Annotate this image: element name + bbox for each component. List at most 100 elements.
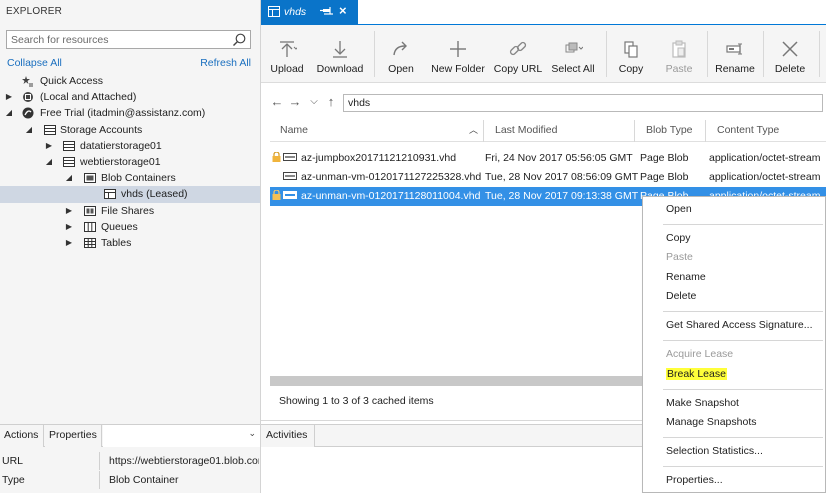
properties-dropdown[interactable]: ⌄: [103, 425, 260, 447]
tree-item-label: (Local and Attached): [40, 91, 137, 104]
menu-item-open[interactable]: Open: [643, 200, 825, 219]
table-row[interactable]: az-jumpbox20171121210931.vhd Fri, 24 Nov…: [270, 149, 826, 168]
delete-button[interactable]: Delete: [769, 25, 811, 83]
expand-arrow-icon[interactable]: ▶: [64, 235, 74, 251]
collapse-arrow-icon[interactable]: ◢: [24, 122, 34, 138]
menu-item-manage-snapshots[interactable]: Manage Snapshots: [643, 413, 825, 432]
blob-containers-icon: [84, 173, 96, 184]
tree-item-queues[interactable]: ▶ Queues: [0, 219, 260, 235]
menu-item-rename[interactable]: Rename: [643, 268, 825, 287]
open-label: Open: [388, 63, 414, 75]
cell-last-modified: Tue, 28 Nov 2017 08:56:09 GMT: [485, 171, 639, 183]
tab-activities[interactable]: Activities: [261, 425, 315, 447]
grid-header: Name ︿ Last Modified Blob Type Content T…: [270, 120, 826, 142]
column-header-label: Blob Type: [646, 124, 693, 136]
menu-item-make-snapshot[interactable]: Make Snapshot: [643, 394, 825, 413]
copy-url-button[interactable]: Copy URL: [493, 25, 543, 83]
menu-item-get-sas[interactable]: Get Shared Access Signature...: [643, 316, 825, 335]
table-row[interactable]: az-unman-vm-0120171127225328.vhd Tue, 28…: [270, 168, 826, 187]
menu-item-paste[interactable]: Paste: [643, 248, 825, 267]
expand-arrow-icon[interactable]: ▶: [44, 138, 54, 154]
upload-button[interactable]: Upload: [265, 25, 309, 83]
paste-button[interactable]: Paste: [659, 25, 699, 83]
cell-blob-type: Page Blob: [640, 152, 689, 164]
menu-item-delete[interactable]: Delete: [643, 287, 825, 306]
open-button[interactable]: Open: [381, 25, 421, 83]
tree-item-webtierstorage01[interactable]: ◢ webtierstorage01: [0, 154, 260, 170]
cell-name: az-unman-vm-0120171127225328.vhd: [272, 168, 484, 187]
tree-item-file-shares[interactable]: ▶ File Shares: [0, 203, 260, 219]
path-input[interactable]: vhds: [343, 94, 823, 112]
download-button[interactable]: Download: [313, 25, 367, 83]
chevron-down-icon[interactable]: ⌵: [307, 94, 321, 110]
tree-item-label: Storage Accounts: [60, 123, 143, 136]
collapse-all-link[interactable]: Collapse All: [7, 57, 62, 69]
close-icon[interactable]: ×: [339, 3, 347, 18]
column-header-name[interactable]: Name ︿: [270, 120, 484, 142]
tables-icon: [84, 237, 96, 248]
search-icon[interactable]: [231, 32, 247, 48]
menu-separator: [663, 466, 823, 467]
menu-item-selection-statistics[interactable]: Selection Statistics...: [643, 442, 825, 461]
tab-properties[interactable]: Properties: [45, 425, 102, 447]
column-header-content-type[interactable]: Content Type: [707, 120, 826, 142]
search-box[interactable]: [6, 30, 251, 49]
select-all-button[interactable]: Select All: [549, 25, 597, 83]
menu-item-acquire-lease[interactable]: Acquire Lease: [643, 345, 825, 364]
column-header-last-modified[interactable]: Last Modified: [485, 120, 635, 142]
tree-item-storage-accounts[interactable]: ◢ Storage Accounts: [0, 122, 260, 138]
tab-vhds[interactable]: vhds ×: [261, 0, 358, 25]
expand-arrow-icon[interactable]: ▶: [4, 89, 14, 105]
horizontal-scrollbar[interactable]: [270, 376, 642, 386]
toolbar-divider: [606, 31, 607, 77]
tree-item-label: Quick Access: [40, 75, 104, 87]
context-menu: Open Copy Paste Rename Delete Get Shared…: [642, 196, 826, 493]
toolbar-divider: [763, 31, 764, 77]
menu-item-break-lease[interactable]: Break Lease: [643, 365, 825, 384]
menu-item-copy[interactable]: Copy: [643, 229, 825, 248]
property-key: URL: [2, 455, 24, 467]
collapse-arrow-icon[interactable]: ◢: [44, 154, 54, 170]
tree-item-datatierstorage01[interactable]: ▶ datatierstorage01: [0, 138, 260, 154]
queues-icon: [84, 221, 96, 232]
forward-arrow-icon[interactable]: →: [288, 94, 302, 110]
expand-arrow-icon[interactable]: ▶: [64, 219, 74, 235]
property-divider: [99, 452, 100, 470]
rename-button[interactable]: Rename: [714, 25, 756, 83]
sort-up-icon[interactable]: ︿: [469, 120, 478, 141]
cell-name: az-jumpbox20171121210931.vhd: [272, 149, 484, 168]
tree-item-subscription[interactable]: ◢ Free Trial (itadmin@assistanz.com): [0, 105, 260, 121]
toolbar-divider: [819, 31, 820, 77]
toolbar: Upload Download Open New Folder Copy URL…: [261, 25, 826, 83]
tree-item-label: Queues: [101, 220, 138, 233]
up-arrow-icon[interactable]: ↑: [324, 94, 338, 110]
tree-item-vhds[interactable]: vhds (Leased): [0, 186, 260, 203]
menu-separator: [663, 437, 823, 438]
column-header-blob-type[interactable]: Blob Type: [636, 120, 706, 142]
collapse-arrow-icon[interactable]: ◢: [4, 105, 14, 121]
cell-content-type: application/octet-stream: [709, 152, 821, 164]
chevron-down-icon[interactable]: ⌄: [248, 428, 256, 439]
tree-item-tables[interactable]: ▶ Tables: [0, 235, 260, 251]
collapse-arrow-icon[interactable]: ◢: [64, 170, 74, 186]
new-folder-button[interactable]: New Folder: [429, 25, 487, 83]
address-bar: ← → ⌵ ↑ vhds: [261, 92, 826, 114]
copy-button[interactable]: Copy: [613, 25, 649, 83]
lock-icon: [272, 190, 281, 200]
tree-item-quick-access[interactable]: Quick Access: [0, 73, 260, 89]
tab-label: vhds: [284, 6, 307, 18]
tab-actions[interactable]: Actions: [0, 425, 44, 447]
expand-arrow-icon[interactable]: ▶: [64, 203, 74, 219]
property-divider: [99, 471, 100, 489]
search-input[interactable]: [7, 31, 227, 48]
explorer-title: EXPLORER: [6, 6, 63, 17]
open-icon: [393, 41, 407, 56]
tree-item-blob-containers[interactable]: ◢ Blob Containers: [0, 170, 260, 186]
pin-icon[interactable]: [320, 4, 334, 18]
refresh-all-link[interactable]: Refresh All: [200, 57, 251, 69]
document-tabstrip: vhds ×: [261, 0, 826, 25]
tree-item-local-attached[interactable]: ▶ (Local and Attached): [0, 89, 260, 105]
blob-grid: Name ︿ Last Modified Blob Type Content T…: [270, 120, 826, 206]
back-arrow-icon[interactable]: ←: [270, 94, 284, 110]
menu-item-properties[interactable]: Properties...: [643, 471, 825, 490]
